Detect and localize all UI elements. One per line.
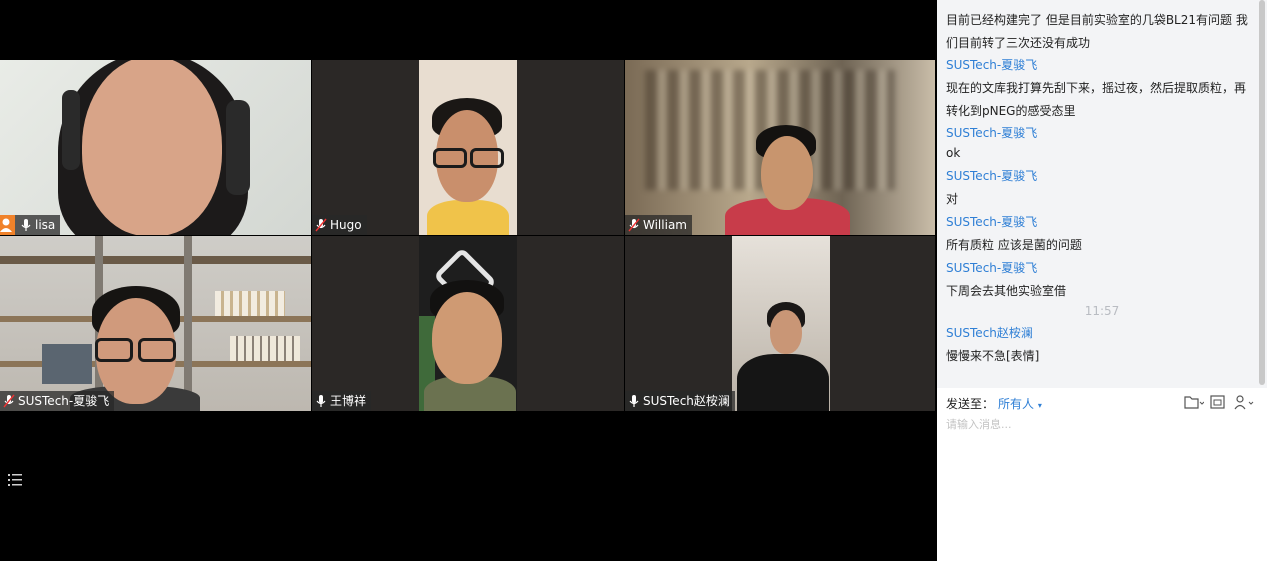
name-tag: 王博祥 [312, 391, 372, 411]
chat-sender: SUSTech-夏骏飞 [946, 215, 1038, 229]
chat-sender: SUSTech-夏骏飞 [946, 126, 1038, 140]
mic-muted-icon [3, 394, 15, 408]
participant-name: lisa [35, 218, 56, 232]
send-to-label: 发送至： [946, 397, 995, 411]
chat-message-text: ok [946, 146, 961, 160]
recipient-value: 所有人 [998, 397, 1035, 411]
chat-message-text: 转化到pNEG的感受态里 [946, 104, 1076, 118]
chat-message-text: 所有质粒 应该是菌的问题 [946, 238, 1082, 252]
person-face [761, 136, 813, 210]
chat-message-text: 对 [946, 192, 959, 206]
mic-muted-icon [628, 218, 640, 232]
person-face [770, 310, 802, 354]
chat-sender: SUSTech-夏骏飞 [946, 58, 1038, 72]
monitor [42, 344, 92, 384]
screenshot-icon[interactable] [1210, 394, 1226, 410]
glasses [95, 338, 133, 362]
person-face [432, 292, 502, 384]
chat-sender: SUSTech赵桉澜 [946, 326, 1033, 340]
chat-message-text: 们目前转了三次还没有成功 [946, 36, 1091, 50]
mic-icon [628, 394, 640, 408]
video-grid: lisa Hugo William SUSTech-夏骏飞 王博祥 SUSTec… [0, 0, 937, 561]
glasses [433, 148, 467, 168]
name-tag: Hugo [312, 215, 367, 235]
participant-name: 王博祥 [330, 394, 367, 408]
chevron-down-icon: ▾ [1037, 401, 1042, 410]
participant-name: William [643, 218, 687, 232]
video-tile-zhao[interactable]: SUSTech赵桉澜 [625, 236, 935, 411]
list-icon[interactable] [8, 472, 24, 486]
glasses [470, 148, 504, 168]
books [230, 336, 300, 361]
message-input[interactable]: 请输入消息... [946, 416, 1012, 432]
chat-message-text: 慢慢来不急[表情] [946, 349, 1040, 363]
chat-panel: 目前已经构建完了 但是目前实验室的几袋BL21有问题 我 们目前转了三次还没有成… [937, 0, 1267, 561]
recipient-select[interactable]: 所有人 ▾ [998, 395, 1042, 412]
chat-sender: SUSTech-夏骏飞 [946, 169, 1038, 183]
name-tag: William [625, 215, 692, 235]
chat-scrollbar[interactable] [1259, 0, 1265, 385]
mic-muted-icon [315, 218, 327, 232]
video-tile-xia[interactable]: SUSTech-夏骏飞 [0, 236, 311, 411]
shelf-post [184, 236, 192, 411]
chat-message-text: 目前已经构建完了 但是目前实验室的几袋BL21有问题 我 [946, 13, 1248, 27]
name-tag: SUSTech赵桉澜 [625, 391, 735, 411]
chat-messages[interactable]: 目前已经构建完了 但是目前实验室的几袋BL21有问题 我 们目前转了三次还没有成… [937, 0, 1267, 388]
video-tile-william[interactable]: William [625, 60, 935, 235]
headphone-right [226, 100, 250, 195]
participant-name: SUSTech-夏骏飞 [18, 394, 110, 408]
chat-compose: 发送至： 所有人 ▾ 请输入消息... [937, 388, 1267, 561]
chat-timestamp: 11:57 [1084, 304, 1120, 318]
chat-message-text: 下周会去其他实验室借 [946, 284, 1067, 298]
participant-name: Hugo [330, 218, 362, 232]
chat-sender: SUSTech-夏骏飞 [946, 261, 1038, 275]
shelf [0, 256, 311, 264]
video-tile-hugo[interactable]: Hugo [312, 60, 624, 235]
books [215, 291, 285, 316]
video-tile-wang[interactable]: 王博祥 [312, 236, 624, 411]
file-icon[interactable] [1184, 394, 1205, 410]
name-tag: lisa [0, 215, 61, 235]
person-shirt [427, 200, 509, 235]
person-shirt [737, 354, 829, 411]
chat-message-text: 现在的文库我打算先刮下来，摇过夜，然后提取质粒，再 [946, 81, 1247, 95]
name-tag: SUSTech-夏骏飞 [0, 391, 115, 411]
video-tile-lisa[interactable]: lisa [0, 60, 311, 235]
host-icon [0, 215, 15, 235]
mic-icon [315, 394, 327, 408]
headphone-left [62, 90, 80, 170]
mic-icon [20, 218, 32, 232]
glasses [138, 338, 176, 362]
participant-name: SUSTech赵桉澜 [643, 394, 730, 408]
user-icon[interactable] [1234, 394, 1256, 410]
person-face [82, 60, 222, 235]
